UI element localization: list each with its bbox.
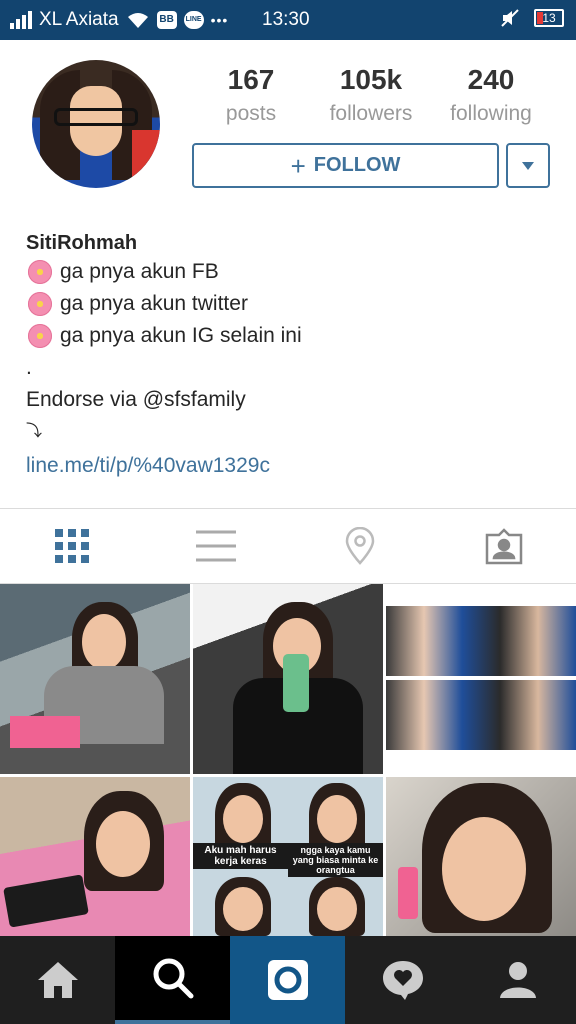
photo-grid: Aku mah harus kerja keras ngga kaya kamu… bbox=[0, 584, 576, 936]
battery-level: 13 bbox=[542, 11, 556, 25]
profile-bio: SitiRohmah ga pnya akun FB ga pnya akun … bbox=[26, 230, 556, 484]
carrier-name: XL Axiata bbox=[39, 9, 119, 30]
mute-icon bbox=[501, 9, 519, 27]
followers-label: followers bbox=[329, 102, 413, 125]
profile-username: SitiRohmah bbox=[26, 232, 138, 254]
meme-caption: ngga kaya kamu yang biasa minta ke orang… bbox=[288, 843, 383, 877]
follow-button[interactable]: + FOLLOW bbox=[192, 143, 499, 188]
cherry-blossom-icon bbox=[26, 322, 54, 350]
home-icon bbox=[37, 962, 78, 998]
followers-stat[interactable]: 105k followers bbox=[311, 64, 431, 126]
following-count: 240 bbox=[467, 64, 515, 95]
bio-arrow: ⤵ bbox=[26, 423, 43, 440]
grid-photo[interactable] bbox=[386, 584, 576, 774]
posts-stat[interactable]: 167 posts bbox=[191, 64, 311, 126]
grid-view-tab[interactable] bbox=[48, 522, 96, 570]
grid-photo[interactable] bbox=[386, 777, 576, 936]
status-time: 13:30 bbox=[262, 9, 310, 30]
nav-camera[interactable] bbox=[230, 936, 345, 1024]
following-stat[interactable]: 240 following bbox=[431, 64, 551, 126]
follow-label: FOLLOW bbox=[313, 154, 401, 176]
location-view-tab[interactable] bbox=[336, 522, 384, 570]
posts-label: posts bbox=[225, 102, 277, 125]
grid-photo[interactable] bbox=[0, 777, 190, 936]
grid-photo[interactable] bbox=[0, 584, 190, 774]
bio-link[interactable]: line.me/ti/p/%40vaw1329c bbox=[26, 448, 556, 484]
posts-count: 167 bbox=[227, 64, 275, 95]
bio-text: ga pnya akun twitter bbox=[60, 292, 248, 315]
nav-profile[interactable] bbox=[460, 936, 575, 1024]
battery-icon: 13 bbox=[534, 9, 564, 27]
grid-photo[interactable] bbox=[193, 584, 383, 774]
nav-home[interactable] bbox=[0, 936, 115, 1024]
list-icon bbox=[196, 530, 236, 562]
bio-line: ga pnya akun IG selain ini bbox=[26, 320, 556, 352]
bio-text: ga pnya akun IG selain ini bbox=[60, 324, 302, 347]
tagged-person-icon bbox=[485, 528, 523, 565]
grid-icon bbox=[55, 529, 89, 563]
cherry-blossom-icon bbox=[26, 258, 54, 286]
chevron-down-icon bbox=[522, 161, 534, 170]
bio-dot: . bbox=[26, 356, 32, 379]
activity-heart-bubble-icon bbox=[382, 961, 423, 1000]
nav-activity[interactable] bbox=[345, 936, 460, 1024]
more-icon: ••• bbox=[210, 12, 229, 28]
following-label: following bbox=[450, 102, 532, 125]
list-view-tab[interactable] bbox=[192, 522, 240, 570]
signal-icon bbox=[10, 11, 32, 29]
followers-count: 105k bbox=[339, 64, 403, 95]
profile-icon bbox=[499, 962, 536, 998]
tagged-view-tab[interactable] bbox=[480, 522, 528, 570]
divider bbox=[0, 508, 576, 509]
profile-avatar[interactable] bbox=[32, 60, 160, 188]
meme-caption: Aku mah harus kerja keras bbox=[193, 843, 288, 869]
nav-search[interactable] bbox=[115, 936, 230, 1024]
bio-line: ga pnya akun FB bbox=[26, 256, 556, 288]
bio-line: ga pnya akun twitter bbox=[26, 288, 556, 320]
cherry-blossom-icon bbox=[26, 290, 54, 318]
bottom-nav bbox=[0, 936, 576, 1024]
bbm-icon: BB bbox=[156, 11, 177, 29]
location-pin-icon bbox=[345, 527, 375, 565]
bio-text: ga pnya akun FB bbox=[60, 260, 219, 283]
grid-photo[interactable]: Aku mah harus kerja keras ngga kaya kamu… bbox=[193, 777, 383, 936]
plus-icon: + bbox=[290, 150, 306, 181]
search-icon bbox=[153, 958, 193, 999]
status-bar: XL Axiata BB LINE ••• 13:30 13 bbox=[0, 0, 576, 40]
bio-endorse: Endorse via @sfsfamily bbox=[26, 388, 246, 411]
line-icon: LINE bbox=[183, 11, 204, 29]
wifi-icon bbox=[127, 13, 148, 28]
suggestions-dropdown-button[interactable] bbox=[506, 143, 550, 188]
camera-icon bbox=[267, 960, 308, 1000]
